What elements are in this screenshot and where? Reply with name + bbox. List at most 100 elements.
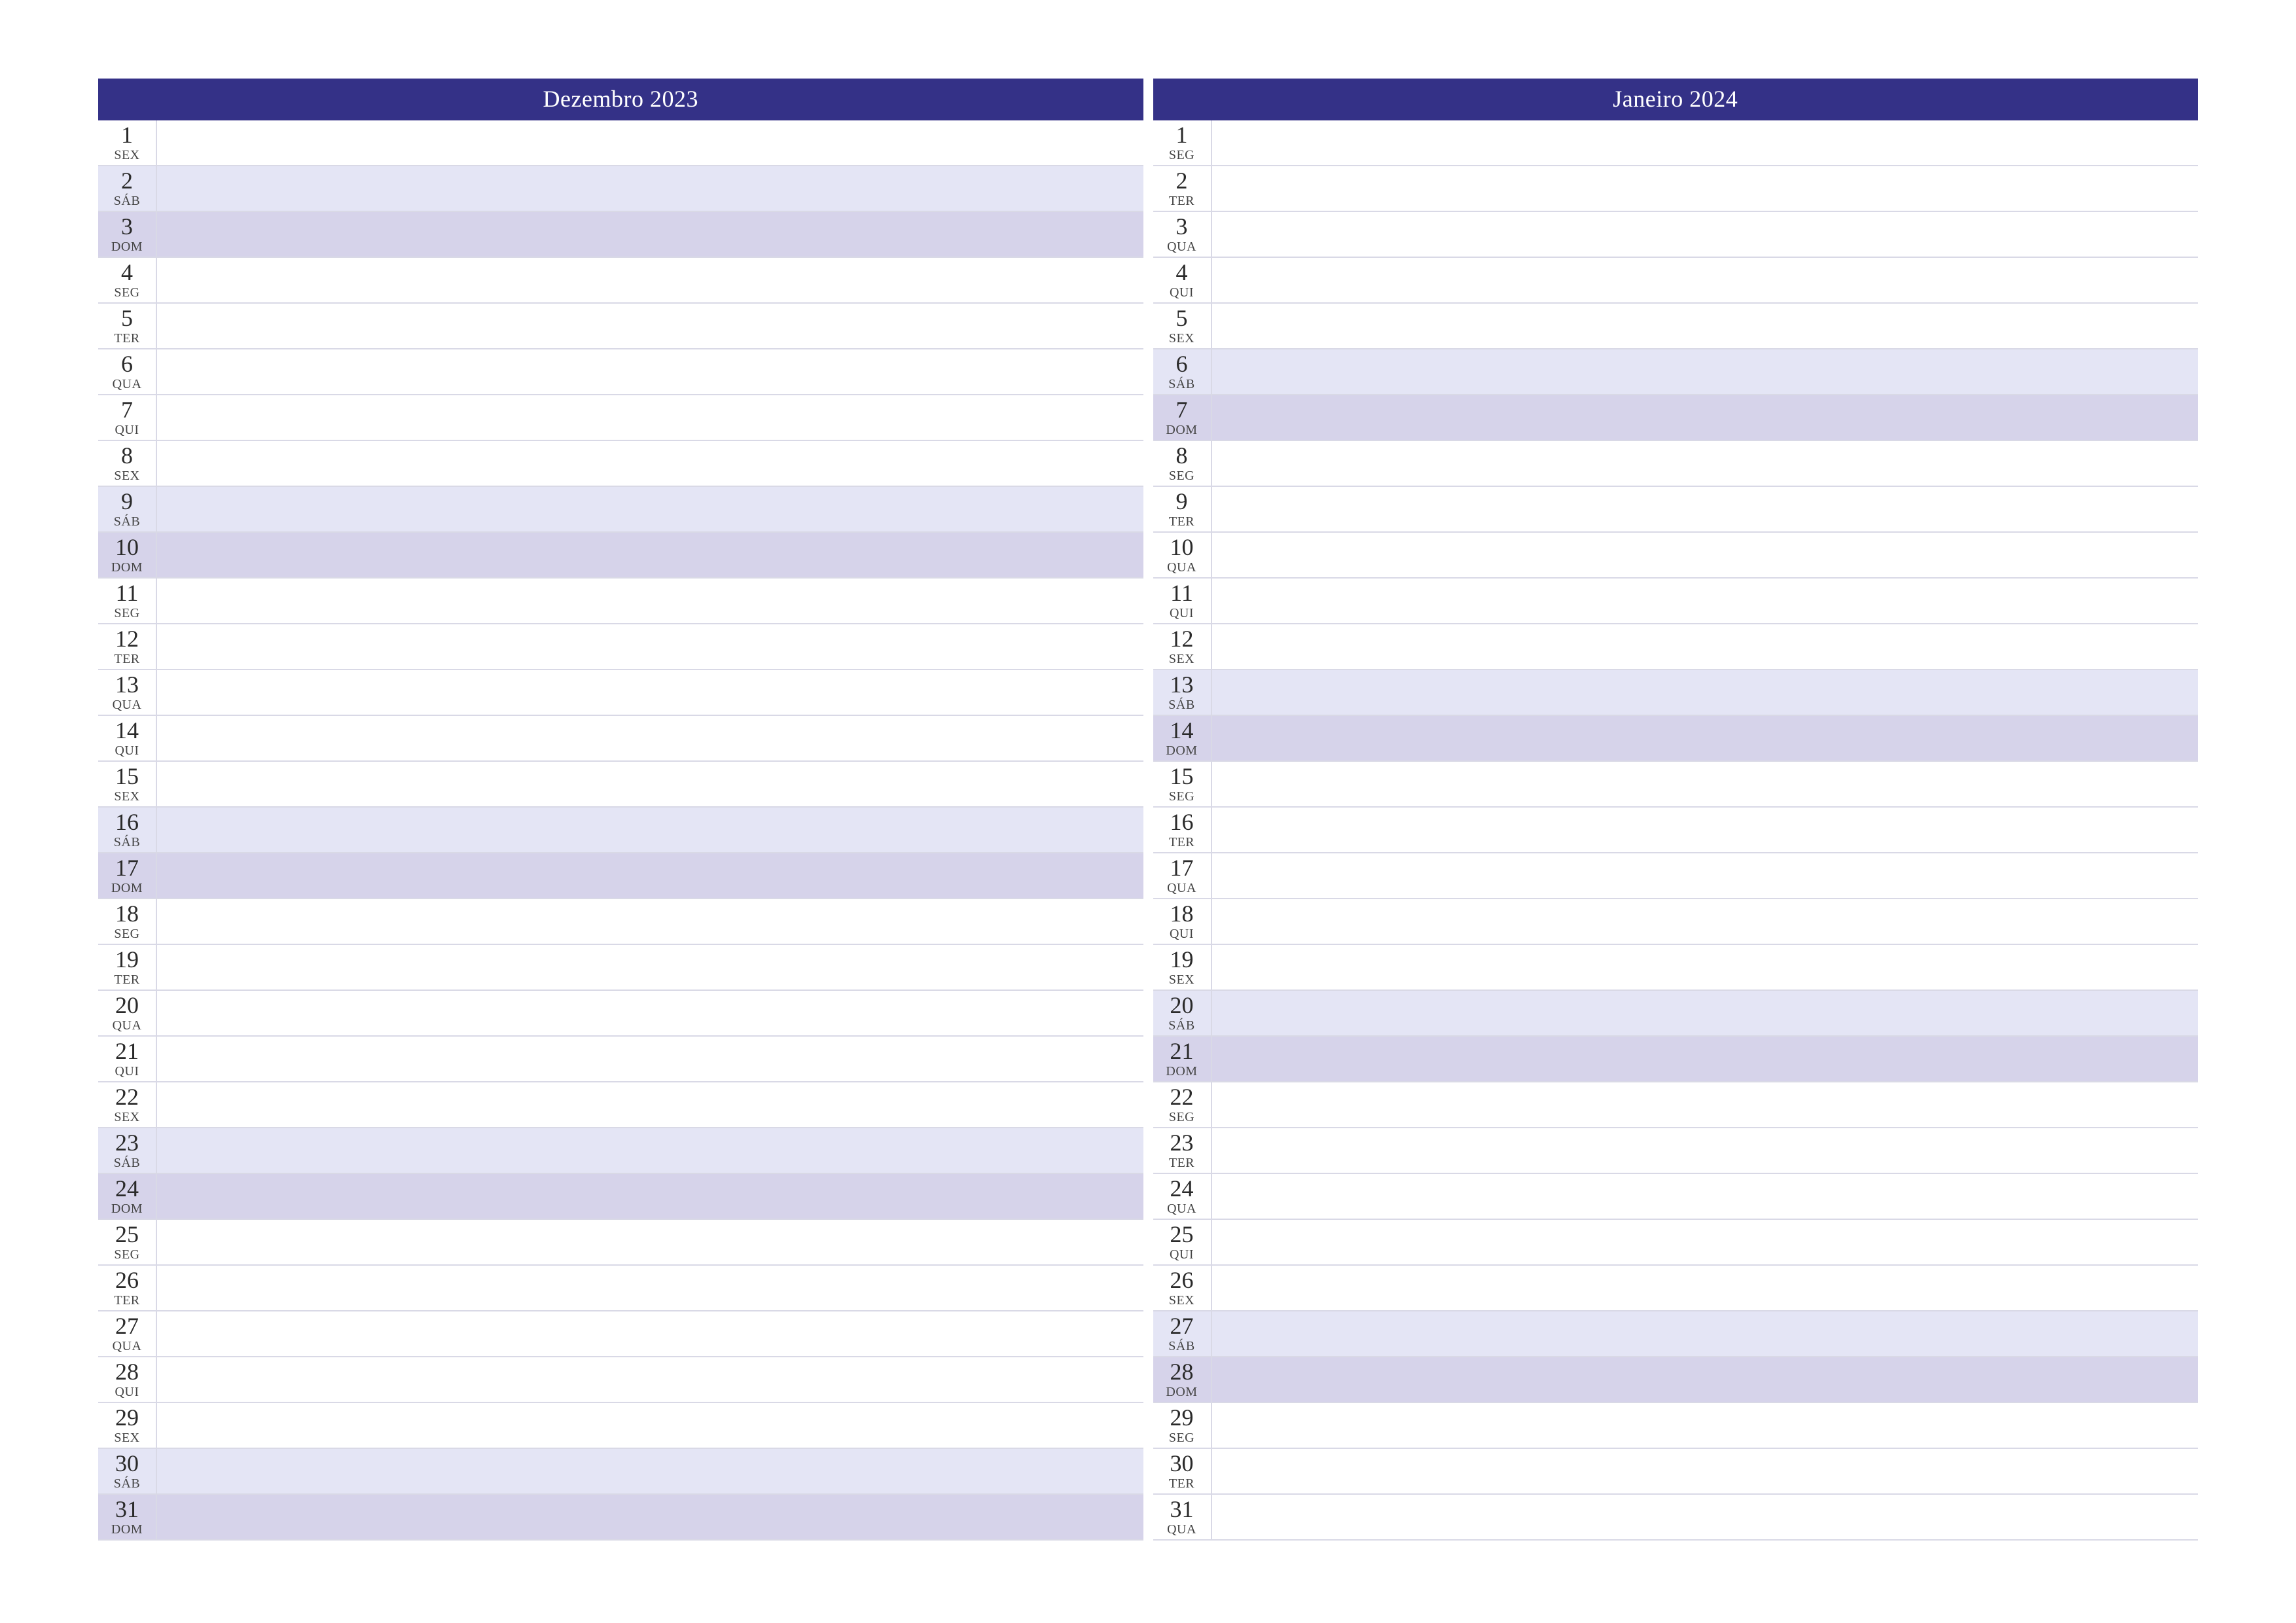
day-number: 9 [121, 490, 133, 513]
day-note-space [1212, 441, 2198, 486]
day-row: 19SEX [1153, 945, 2198, 991]
day-number: 15 [115, 764, 139, 788]
day-row: 19TER [98, 945, 1143, 991]
day-number: 9 [1176, 490, 1188, 513]
day-cell: 19TER [98, 945, 157, 990]
day-note-space [157, 945, 1143, 990]
day-note-space [157, 395, 1143, 440]
day-note-space [157, 991, 1143, 1035]
day-number: 1 [121, 123, 133, 147]
day-note-space [1212, 670, 2198, 715]
day-number: 27 [115, 1314, 139, 1338]
day-note-space [157, 258, 1143, 302]
day-number: 8 [1176, 444, 1188, 467]
day-number: 28 [115, 1360, 139, 1383]
day-number: 24 [1170, 1177, 1194, 1200]
day-number: 13 [115, 673, 139, 696]
day-row: 24DOM [98, 1174, 1143, 1220]
day-number: 11 [116, 581, 139, 605]
day-cell: 8SEG [1153, 441, 1212, 486]
day-note-space [157, 120, 1143, 165]
day-weekday-abbr: SEX [1169, 972, 1194, 988]
day-row: 26SEX [1153, 1266, 2198, 1311]
day-number: 29 [115, 1406, 139, 1429]
day-row: 12SEX [1153, 624, 2198, 670]
day-weekday-abbr: SEG [1169, 148, 1194, 163]
day-cell: 3QUA [1153, 212, 1212, 257]
day-note-space [1212, 853, 2198, 898]
day-row: 22SEG [1153, 1082, 2198, 1128]
calendar-page: Dezembro 2023 1SEX2SÁB3DOM4SEG5TER6QUA7Q… [0, 0, 2296, 1541]
day-number: 14 [115, 719, 139, 742]
day-weekday-abbr: SÁB [114, 514, 140, 529]
day-weekday-abbr: SEX [1169, 652, 1194, 667]
day-weekday-abbr: SEG [114, 606, 139, 621]
day-row: 9TER [1153, 487, 2198, 533]
day-cell: 24QUA [1153, 1174, 1212, 1219]
day-number: 19 [115, 948, 139, 971]
day-cell: 28DOM [1153, 1357, 1212, 1402]
day-note-space [1212, 1266, 2198, 1310]
day-note-space [1212, 349, 2198, 394]
day-note-space [1212, 1037, 2198, 1081]
day-note-space [157, 487, 1143, 531]
day-cell: 18SEG [98, 899, 157, 944]
day-number: 31 [115, 1497, 139, 1521]
day-number: 11 [1170, 581, 1193, 605]
day-cell: 24DOM [98, 1174, 157, 1219]
day-cell: 13QUA [98, 670, 157, 715]
day-cell: 14DOM [1153, 716, 1212, 760]
day-note-space [157, 853, 1143, 898]
day-number: 7 [121, 398, 133, 421]
day-weekday-abbr: TER [1169, 194, 1194, 209]
day-row: 30SÁB [98, 1449, 1143, 1495]
day-row: 4SEG [98, 258, 1143, 304]
day-weekday-abbr: SEX [114, 1110, 139, 1125]
day-note-space [157, 1357, 1143, 1402]
day-cell: 11SEG [98, 579, 157, 623]
day-number: 30 [115, 1452, 139, 1475]
day-note-space [1212, 258, 2198, 302]
day-row: 9SÁB [98, 487, 1143, 533]
day-weekday-abbr: QUA [1167, 881, 1196, 896]
day-row: 8SEG [1153, 441, 2198, 487]
day-weekday-abbr: QUA [113, 377, 142, 392]
day-row: 7DOM [1153, 395, 2198, 441]
day-number: 8 [121, 444, 133, 467]
day-number: 12 [1170, 627, 1194, 651]
day-note-space [1212, 579, 2198, 623]
day-cell: 26TER [98, 1266, 157, 1310]
day-weekday-abbr: QUA [113, 1018, 142, 1033]
day-note-space [157, 533, 1143, 577]
day-note-space [157, 1082, 1143, 1127]
day-row: 12TER [98, 624, 1143, 670]
day-weekday-abbr: DOM [111, 1522, 143, 1537]
day-cell: 14QUI [98, 716, 157, 760]
day-row: 16SÁB [98, 808, 1143, 853]
day-number: 1 [1176, 123, 1188, 147]
day-number: 3 [121, 215, 133, 238]
day-number: 24 [115, 1177, 139, 1200]
day-weekday-abbr: TER [1169, 1476, 1194, 1491]
day-note-space [1212, 1449, 2198, 1493]
day-row: 29SEX [98, 1403, 1143, 1449]
day-weekday-abbr: TER [114, 1293, 139, 1308]
day-row: 20QUA [98, 991, 1143, 1037]
day-cell: 6SÁB [1153, 349, 1212, 394]
day-number: 16 [1170, 810, 1194, 834]
day-number: 18 [115, 902, 139, 925]
day-row: 13QUA [98, 670, 1143, 716]
day-number: 26 [115, 1268, 139, 1292]
day-weekday-abbr: QUI [115, 1064, 139, 1079]
day-cell: 15SEX [98, 762, 157, 806]
day-row: 31QUA [1153, 1495, 2198, 1541]
day-row: 11QUI [1153, 579, 2198, 624]
day-cell: 10DOM [98, 533, 157, 577]
day-cell: 13SÁB [1153, 670, 1212, 715]
day-note-space [157, 166, 1143, 211]
day-note-space [157, 1220, 1143, 1264]
day-number: 20 [115, 993, 139, 1017]
day-cell: 27SÁB [1153, 1311, 1212, 1356]
day-number: 5 [1176, 306, 1188, 330]
day-weekday-abbr: SEX [1169, 1293, 1194, 1308]
